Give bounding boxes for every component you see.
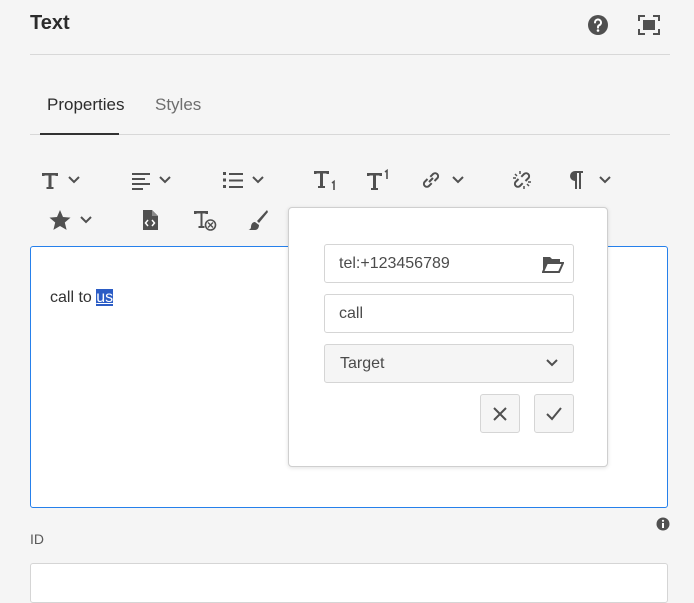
chevron-down-icon — [252, 176, 264, 184]
subscript-button[interactable] — [313, 166, 337, 194]
list-button[interactable] — [222, 166, 265, 194]
chevron-down-icon — [68, 176, 80, 184]
align-icon — [132, 173, 150, 190]
clear-format-icon — [194, 211, 217, 231]
link-url-field[interactable]: tel:+123456789 — [324, 244, 533, 283]
text-format-icon — [42, 173, 58, 189]
paragraph-icon — [570, 171, 583, 189]
info-icon[interactable] — [656, 517, 670, 531]
style-brush-button[interactable] — [247, 206, 269, 234]
tab-styles[interactable]: Styles — [155, 95, 201, 115]
close-icon — [493, 406, 507, 421]
star-icon — [49, 210, 71, 230]
clear-format-button[interactable] — [193, 206, 217, 234]
list-icon — [223, 172, 243, 188]
id-label: ID — [30, 531, 44, 547]
superscript-icon — [367, 169, 388, 190]
chevron-down-icon — [599, 176, 611, 184]
align-button[interactable] — [131, 166, 172, 194]
link-title-field[interactable]: call — [324, 294, 574, 333]
link-popover: tel:+123456789 call Target — [288, 207, 608, 467]
chevron-down-icon — [80, 216, 92, 224]
target-select[interactable]: Target — [324, 344, 574, 383]
unlink-button[interactable] — [511, 166, 533, 194]
apply-button[interactable] — [534, 394, 574, 433]
unlink-icon — [513, 171, 531, 189]
link-button[interactable] — [420, 166, 465, 194]
cancel-button[interactable] — [480, 394, 520, 433]
target-select-label: Target — [340, 354, 385, 372]
chevron-down-icon — [452, 176, 464, 184]
editor-content[interactable]: call to us — [50, 289, 114, 307]
fullscreen-icon[interactable] — [637, 13, 661, 37]
tab-properties[interactable]: Properties — [47, 95, 124, 115]
checkmark-icon — [546, 406, 562, 420]
superscript-button[interactable] — [366, 166, 390, 194]
subscript-icon — [314, 171, 335, 190]
chevron-down-icon — [159, 176, 171, 184]
id-input[interactable] — [30, 563, 668, 603]
tabs-divider — [30, 134, 670, 135]
selected-text: us — [96, 289, 114, 306]
browse-button[interactable] — [532, 244, 574, 283]
brush-icon — [248, 210, 268, 230]
tab-active-indicator — [40, 133, 119, 135]
link-icon — [422, 172, 440, 188]
source-edit-icon — [143, 210, 158, 230]
folder-open-icon — [541, 256, 564, 273]
chevron-down-icon — [546, 359, 558, 367]
paragraph-button[interactable] — [566, 166, 612, 194]
help-icon[interactable] — [586, 13, 610, 37]
panel-title: Text — [30, 12, 70, 34]
editor-text: call to — [50, 289, 97, 306]
source-edit-button[interactable] — [141, 206, 159, 234]
special-char-button[interactable] — [49, 206, 93, 234]
header-divider — [30, 54, 670, 55]
text-format-button[interactable] — [40, 166, 81, 194]
